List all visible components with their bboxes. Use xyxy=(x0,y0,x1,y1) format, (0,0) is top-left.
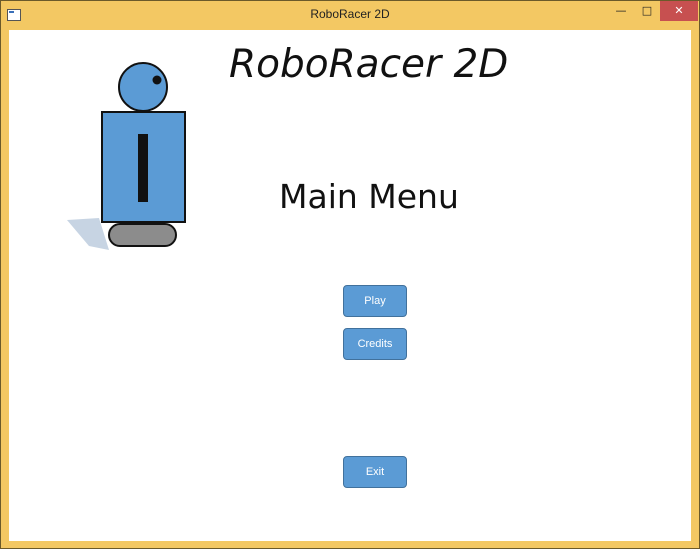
robot-sprite xyxy=(67,62,186,250)
robot-wheel xyxy=(108,223,177,247)
minimize-button[interactable]: — xyxy=(608,1,634,21)
robot-stripe xyxy=(138,134,148,202)
game-title: RoboRacer 2D xyxy=(229,42,509,87)
credits-button[interactable]: Credits xyxy=(343,328,407,360)
exit-button[interactable]: Exit xyxy=(343,456,407,488)
robot-eye xyxy=(152,75,162,85)
game-canvas: RoboRacer 2D Main Menu Play Credits Exit xyxy=(9,30,691,541)
title-bar[interactable]: RoboRacer 2D — □ ✕ xyxy=(1,1,699,30)
window-title: RoboRacer 2D xyxy=(310,7,390,21)
play-button[interactable]: Play xyxy=(343,285,407,317)
maximize-button[interactable]: □ xyxy=(634,1,660,21)
menu-heading: Main Menu xyxy=(279,177,459,216)
close-button[interactable]: ✕ xyxy=(660,1,698,21)
robot-head xyxy=(118,62,168,112)
app-window: RoboRacer 2D — □ ✕ RoboRacer 2D Main Men… xyxy=(0,0,700,549)
